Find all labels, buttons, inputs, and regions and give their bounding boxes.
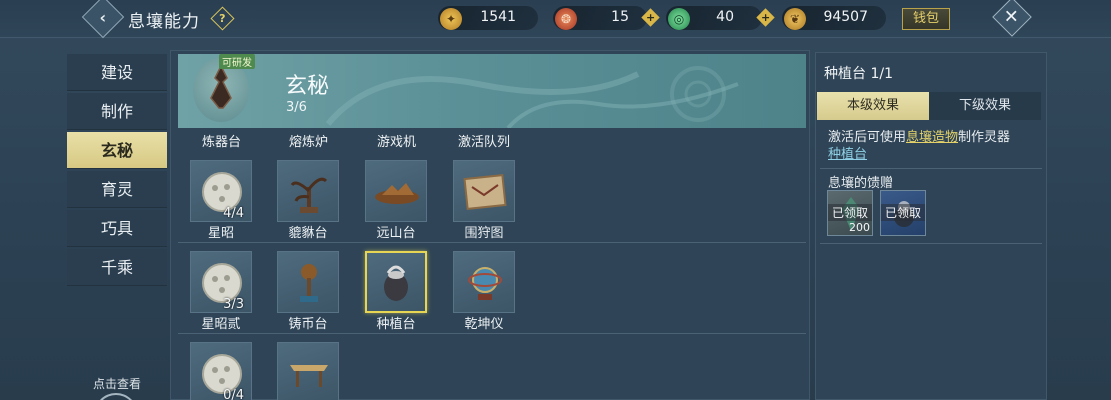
nav-item-vehicle[interactable]: 千乘 [67, 249, 167, 286]
gift-title: 息壤的馈赠 [828, 176, 894, 191]
column-header: 熔炼炉 [289, 135, 329, 150]
detail-title: 种植台 1/1 [824, 66, 893, 82]
tech-item-yuanshan[interactable] [353, 160, 427, 222]
column-header: 激活队列 [458, 135, 511, 150]
researchable-badge: 可研发 [219, 54, 255, 69]
claimed-label: 已领取 [828, 204, 872, 221]
category-title: 玄秘 [285, 74, 330, 99]
row-divider [178, 333, 806, 334]
item-count: 0/4 [223, 388, 244, 400]
item-label: 乾坤仪 [464, 317, 504, 332]
tech-item-xingzhao-3[interactable]: 0/4 [178, 342, 252, 400]
reward-jade[interactable]: 已领取 200 [827, 190, 873, 236]
tech-item-zhongzhi[interactable] [353, 251, 427, 313]
gold-shell-icon: ✦ [440, 8, 462, 30]
desc-text: 制作灵器 [958, 130, 1011, 145]
item-label: 围狩图 [464, 226, 504, 241]
resource-jade-ring: ◎ 40 [666, 6, 762, 30]
tech-item-table[interactable] [265, 342, 339, 400]
nav-item-mystic[interactable]: 玄秘 [67, 132, 167, 169]
resource-value: 15 [611, 9, 629, 25]
row-divider [178, 242, 806, 243]
tech-item-zhubi[interactable] [265, 251, 339, 313]
item-count: 3/3 [223, 297, 244, 312]
plus-icon: + [645, 11, 656, 24]
page-title: 息壤能力 [128, 12, 200, 32]
question-icon: ? [219, 11, 226, 25]
item-label: 星昭贰 [201, 317, 241, 332]
category-nav: 建设 制作 玄秘 育灵 巧具 千乘 [67, 52, 167, 400]
resource-value: 1541 [480, 9, 516, 25]
item-label: 铸币台 [288, 317, 328, 332]
divider [820, 168, 1042, 169]
back-arrow-icon: ‹ [99, 7, 107, 27]
xirang-link[interactable]: 息壤造物 [906, 130, 958, 145]
tech-item-qiankun[interactable] [441, 251, 515, 313]
planter-pot-icon [365, 251, 427, 313]
reward-count: 200 [849, 221, 870, 234]
category-progress: 3/6 [286, 100, 307, 115]
column-header: 游戏机 [377, 135, 417, 150]
wallet-button[interactable]: 钱包 [902, 8, 950, 30]
item-label: 种植台 [376, 317, 416, 332]
nav-item-craft[interactable]: 制作 [67, 93, 167, 130]
item-label: 貔貅台 [288, 226, 328, 241]
divider [820, 243, 1042, 244]
category-banner [178, 54, 806, 128]
claimed-label: 已领取 [881, 204, 925, 221]
resource-value: 40 [716, 9, 734, 25]
reward-pet[interactable]: 已领取 [880, 190, 926, 236]
planter-link[interactable]: 种植台 [828, 147, 867, 162]
tech-item-xingzhao-2[interactable]: 3/3 [178, 251, 252, 313]
resource-gold-leaf: ❦ 94507 [782, 6, 886, 30]
jade-ring-icon: ◎ [668, 8, 690, 30]
close-icon: ✕ [1004, 6, 1020, 28]
gold-leaf-icon: ❦ [784, 8, 806, 30]
wooden-table-icon [277, 342, 339, 400]
resource-value: 94507 [823, 9, 868, 25]
coin-stand-icon [277, 251, 339, 313]
red-coin-icon: ❂ [555, 8, 577, 30]
resource-gold-shell: ✦ 1541 [438, 6, 538, 30]
globe-instrument-icon [453, 251, 515, 313]
nav-item-gadget[interactable]: 巧具 [67, 210, 167, 247]
hunting-map-icon [453, 160, 515, 222]
effect-description: 激活后可使用息壤造物制作灵器 种植台 [828, 129, 1040, 163]
plus-icon: + [760, 11, 771, 24]
nav-item-build[interactable]: 建设 [67, 54, 167, 91]
desc-text: 激活后可使用 [828, 130, 907, 145]
item-label: 远山台 [376, 226, 416, 241]
tab-current-level[interactable]: 本级效果 [817, 92, 929, 120]
tech-item-weishou[interactable] [441, 160, 515, 222]
item-label: 星昭 [207, 226, 234, 241]
nav-item-nurture[interactable]: 育灵 [67, 171, 167, 208]
banner-pattern [325, 66, 739, 128]
resource-red-coin: ❂ 15 [553, 6, 647, 30]
item-count: 4/4 [223, 206, 244, 221]
tab-next-level[interactable]: 下级效果 [929, 92, 1041, 120]
click-to-view-label[interactable]: 点击查看 [67, 375, 167, 392]
bonsai-tree-icon [277, 160, 339, 222]
column-header: 炼器台 [202, 135, 242, 150]
tech-item-xingzhao[interactable]: 4/4 [178, 160, 252, 222]
mountain-tray-icon [365, 160, 427, 222]
tech-item-pixiu[interactable] [265, 160, 339, 222]
